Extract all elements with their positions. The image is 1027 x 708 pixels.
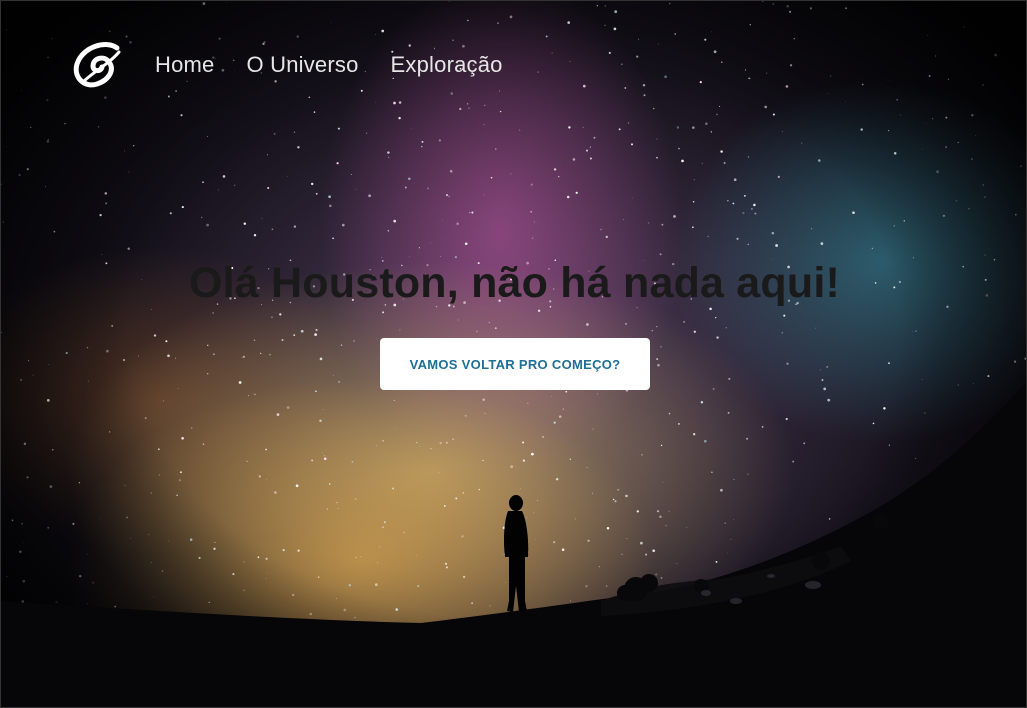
nav-link-home[interactable]: Home: [155, 52, 215, 78]
page-title: Olá Houston, não há nada aqui!: [188, 259, 841, 307]
main-navigation: Home O Universo Exploração: [73, 41, 535, 89]
nav-link-exploration[interactable]: Exploração: [391, 52, 503, 78]
person-silhouette: [504, 495, 529, 612]
not-found-page: Home O Universo Exploração Olá Houston, …: [0, 0, 1027, 708]
swirl-logo-icon[interactable]: [73, 42, 123, 88]
nav-link-universe[interactable]: O Universo: [247, 52, 359, 78]
back-to-start-button[interactable]: VAMOS VOLTAR PRO COMEÇO?: [380, 338, 650, 390]
